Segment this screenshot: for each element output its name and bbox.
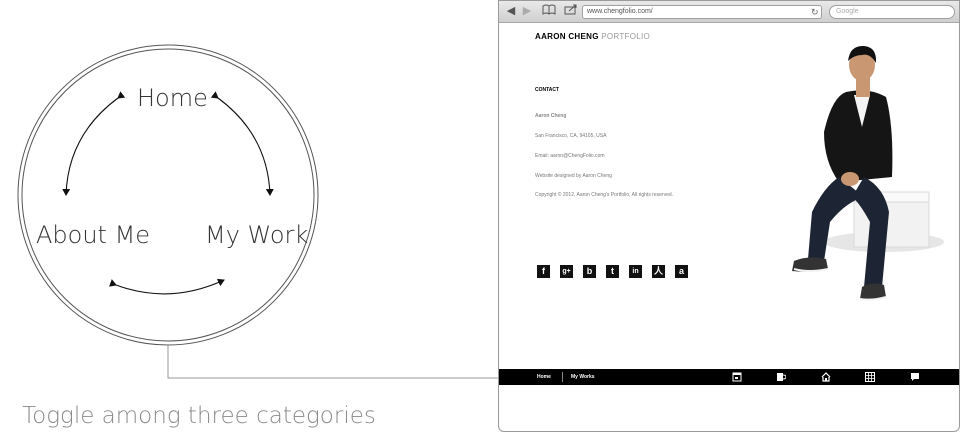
browser-window: ◀ ▶ www.chengfolio.com/ ↻ Google AARON C…: [498, 0, 960, 432]
tumblr-icon[interactable]: t: [606, 265, 619, 278]
url-bar[interactable]: www.chengfolio.com/: [582, 5, 822, 19]
contact-copyright: Copyright © 2012, Aaron Cheng's Portfoli…: [535, 192, 674, 198]
forward-arrow-icon[interactable]: ▶: [521, 4, 533, 19]
share-icon[interactable]: [563, 4, 579, 19]
reload-icon[interactable]: ↻: [811, 5, 819, 19]
portrait-photo: [792, 45, 944, 301]
mug-icon[interactable]: [776, 372, 787, 382]
renren-icon[interactable]: 人: [652, 265, 665, 278]
footer-link-home[interactable]: Home: [537, 369, 551, 385]
facebook-icon[interactable]: f: [537, 265, 550, 278]
arrow-home-about: [62, 91, 126, 196]
back-arrow-icon[interactable]: ◀: [505, 4, 517, 19]
contact-name: Aaron Cheng: [535, 113, 567, 119]
arrow-home-work: [210, 91, 274, 196]
footer-nav-bar: Home My Works: [499, 369, 959, 385]
douban-icon[interactable]: a: [675, 265, 688, 278]
search-input[interactable]: Google: [829, 5, 955, 19]
diagram-label-my-work: My Work: [205, 221, 309, 249]
footer-divider: [562, 372, 563, 382]
home-icon[interactable]: [821, 372, 831, 382]
diagram-label-about-me: About Me: [36, 221, 151, 249]
diagram-label-home: Home: [137, 84, 208, 112]
blogger-icon[interactable]: b: [583, 265, 596, 278]
contact-heading: CONTACT: [535, 87, 560, 93]
diagram-caption: Toggle among three categories: [22, 403, 376, 429]
site-brand[interactable]: AARON CHENG PORTFOLIO: [535, 32, 650, 41]
footer-link-my-works[interactable]: My Works: [571, 369, 595, 385]
chat-icon[interactable]: [910, 372, 920, 382]
google-plus-icon[interactable]: g+: [560, 265, 573, 278]
book-icon[interactable]: [541, 4, 557, 19]
browser-toolbar: ◀ ▶ www.chengfolio.com/ ↻ Google: [499, 1, 959, 23]
grid-icon[interactable]: [865, 372, 875, 382]
window-icon[interactable]: [732, 372, 742, 382]
contact-location: San Francisco, CA, 94105, USA: [535, 133, 607, 139]
linkedin-icon[interactable]: in: [629, 265, 642, 278]
connector-line: [167, 345, 518, 379]
arrow-about-work: [108, 278, 225, 295]
brand-suffix: PORTFOLIO: [598, 32, 651, 41]
contact-email[interactable]: Email: aaron@ChengFolio.com: [535, 153, 605, 159]
brand-name: AARON CHENG: [535, 32, 599, 41]
contact-designer: Website designed by Aaron Cheng: [535, 173, 612, 179]
